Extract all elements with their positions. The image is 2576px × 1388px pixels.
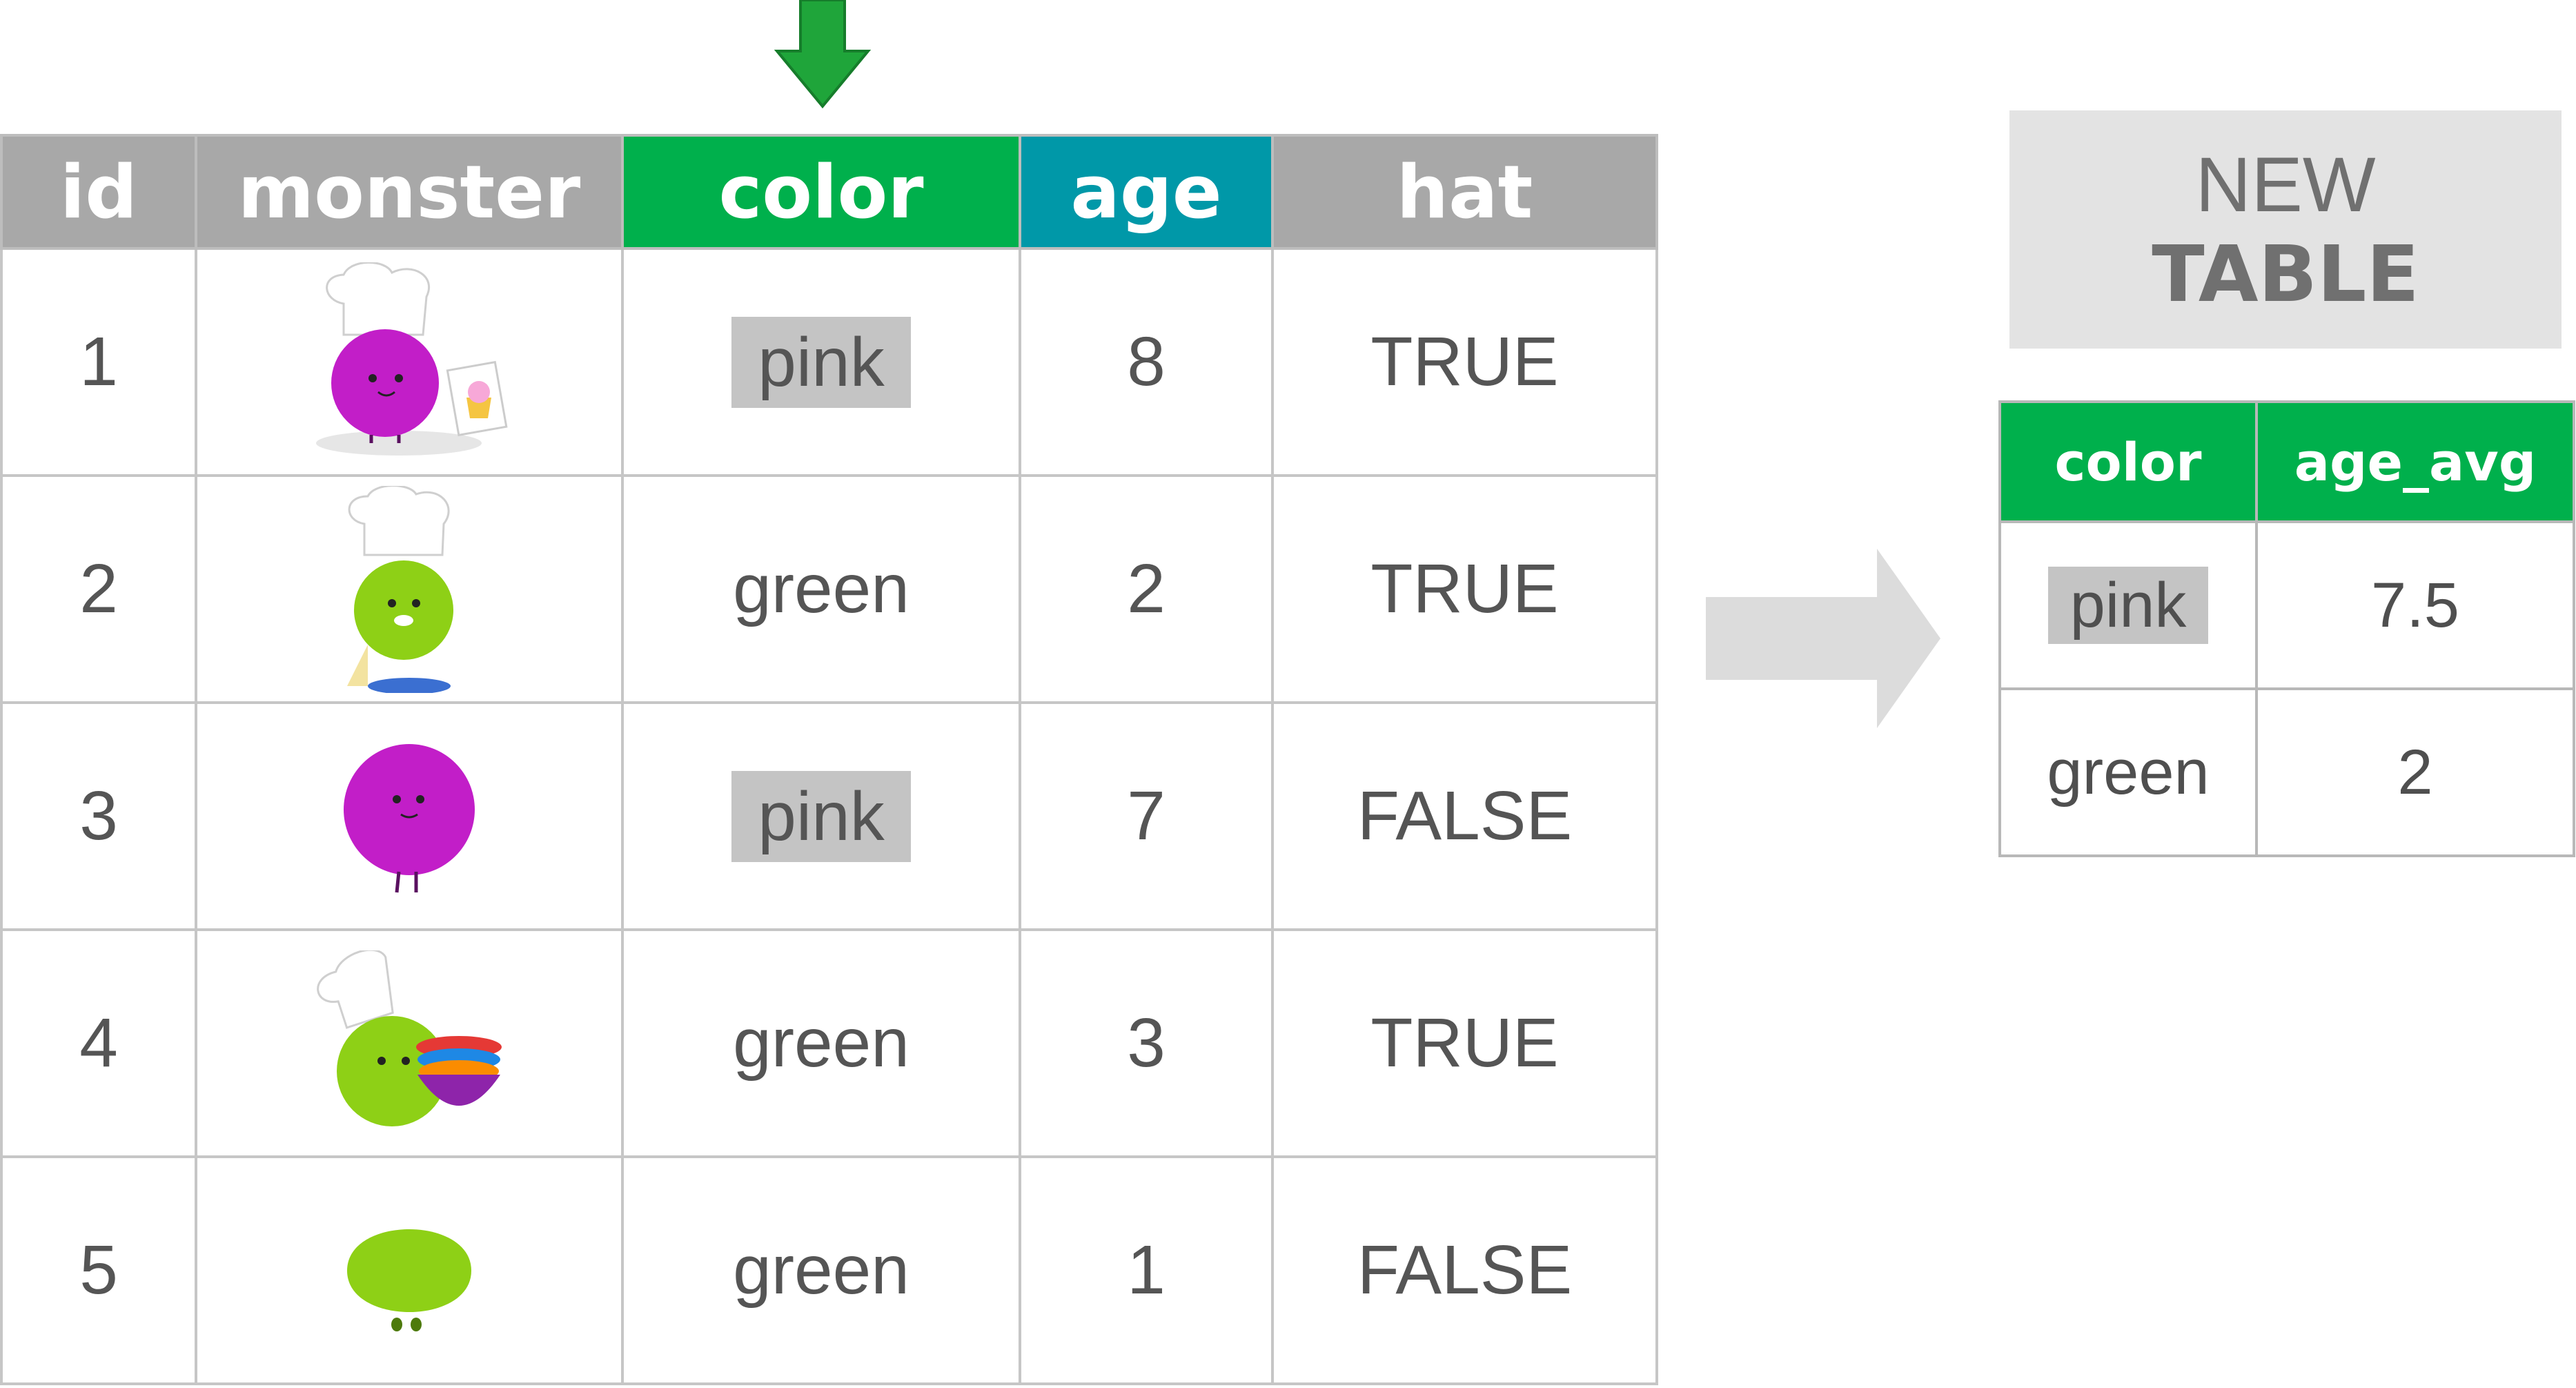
right-arrow-icon	[1706, 549, 1940, 728]
cell-hat: FALSE	[1271, 701, 1658, 931]
cell-hat: TRUE	[1271, 247, 1658, 477]
cell-monster	[195, 247, 624, 477]
cell-id: 5	[0, 1155, 197, 1385]
table-row: 3 pink 7 FALSE	[0, 701, 1658, 931]
cell-age-avg: 2	[2255, 687, 2575, 857]
col-header-age-avg: age_avg	[2255, 400, 2575, 523]
green-chef-monster-icon	[347, 485, 453, 693]
table-row: 1 pink 8 TRUE	[0, 247, 1658, 477]
col-header-id: id	[0, 134, 197, 250]
cell-id: 3	[0, 701, 197, 931]
cell-hat: TRUE	[1271, 928, 1658, 1158]
cell-monster	[195, 701, 624, 931]
cell-color: pink	[621, 701, 1021, 931]
cell-age-avg: 7.5	[2255, 520, 2575, 690]
cell-id: 2	[0, 474, 197, 704]
chef-hat-icon	[348, 485, 450, 556]
cell-age: 3	[1019, 928, 1274, 1158]
col-header-hat: hat	[1271, 134, 1658, 250]
cell-hat: FALSE	[1271, 1155, 1658, 1385]
col-header-monster: monster	[195, 134, 624, 250]
pink-highlight: pink	[2047, 567, 2209, 644]
pink-monster-icon	[344, 743, 475, 892]
cell-age: 8	[1019, 247, 1274, 477]
result-table: color age_avg pink 7.5 green 2	[1998, 400, 2575, 857]
chef-hat-icon	[326, 262, 431, 335]
table-row: pink 7.5	[1998, 520, 2575, 690]
cell-id: 4	[0, 928, 197, 1158]
col-header-color: color	[621, 134, 1021, 250]
green-monster-icon	[347, 1229, 471, 1331]
table-row: 4 green 3 TRUE	[0, 928, 1658, 1158]
cell-monster	[195, 474, 624, 704]
pink-highlight: pink	[731, 770, 911, 862]
new-table-title-line1: NEW	[2195, 141, 2376, 228]
cell-color: green	[621, 1155, 1021, 1385]
cell-age: 1	[1019, 1155, 1274, 1385]
cell-color: green	[621, 474, 1021, 704]
pink-highlight: pink	[731, 316, 911, 408]
new-table-label: NEW TABLE	[2009, 110, 2562, 349]
cell-color: green	[1998, 687, 2258, 857]
source-table: id monster color age hat 1 pink 8 TRUE 2…	[0, 134, 1658, 1385]
cell-id: 1	[0, 247, 197, 477]
result-header-row: color age_avg	[1998, 400, 2575, 523]
col-header-color: color	[1998, 400, 2258, 523]
down-arrow-icon	[774, 0, 871, 109]
table-row: 2 green 2 TRUE	[0, 474, 1658, 704]
col-header-age: age	[1019, 134, 1274, 250]
cell-monster	[195, 1155, 624, 1385]
pink-chef-monster-icon	[316, 262, 508, 456]
cupcake-icon	[466, 380, 491, 418]
cell-color: pink	[1998, 520, 2258, 690]
cell-hat: TRUE	[1271, 474, 1658, 704]
cell-age: 7	[1019, 701, 1274, 931]
cell-age: 2	[1019, 474, 1274, 704]
table-row: green 2	[1998, 687, 2575, 857]
cell-color: green	[621, 928, 1021, 1158]
cell-monster	[195, 928, 624, 1158]
cell-color: pink	[621, 247, 1021, 477]
green-chef-monster-with-bowls-icon	[317, 950, 502, 1126]
source-header-row: id monster color age hat	[0, 134, 1658, 250]
table-row: 5 green 1 FALSE	[0, 1155, 1658, 1385]
new-table-title-line2: TABLE	[2152, 230, 2419, 320]
